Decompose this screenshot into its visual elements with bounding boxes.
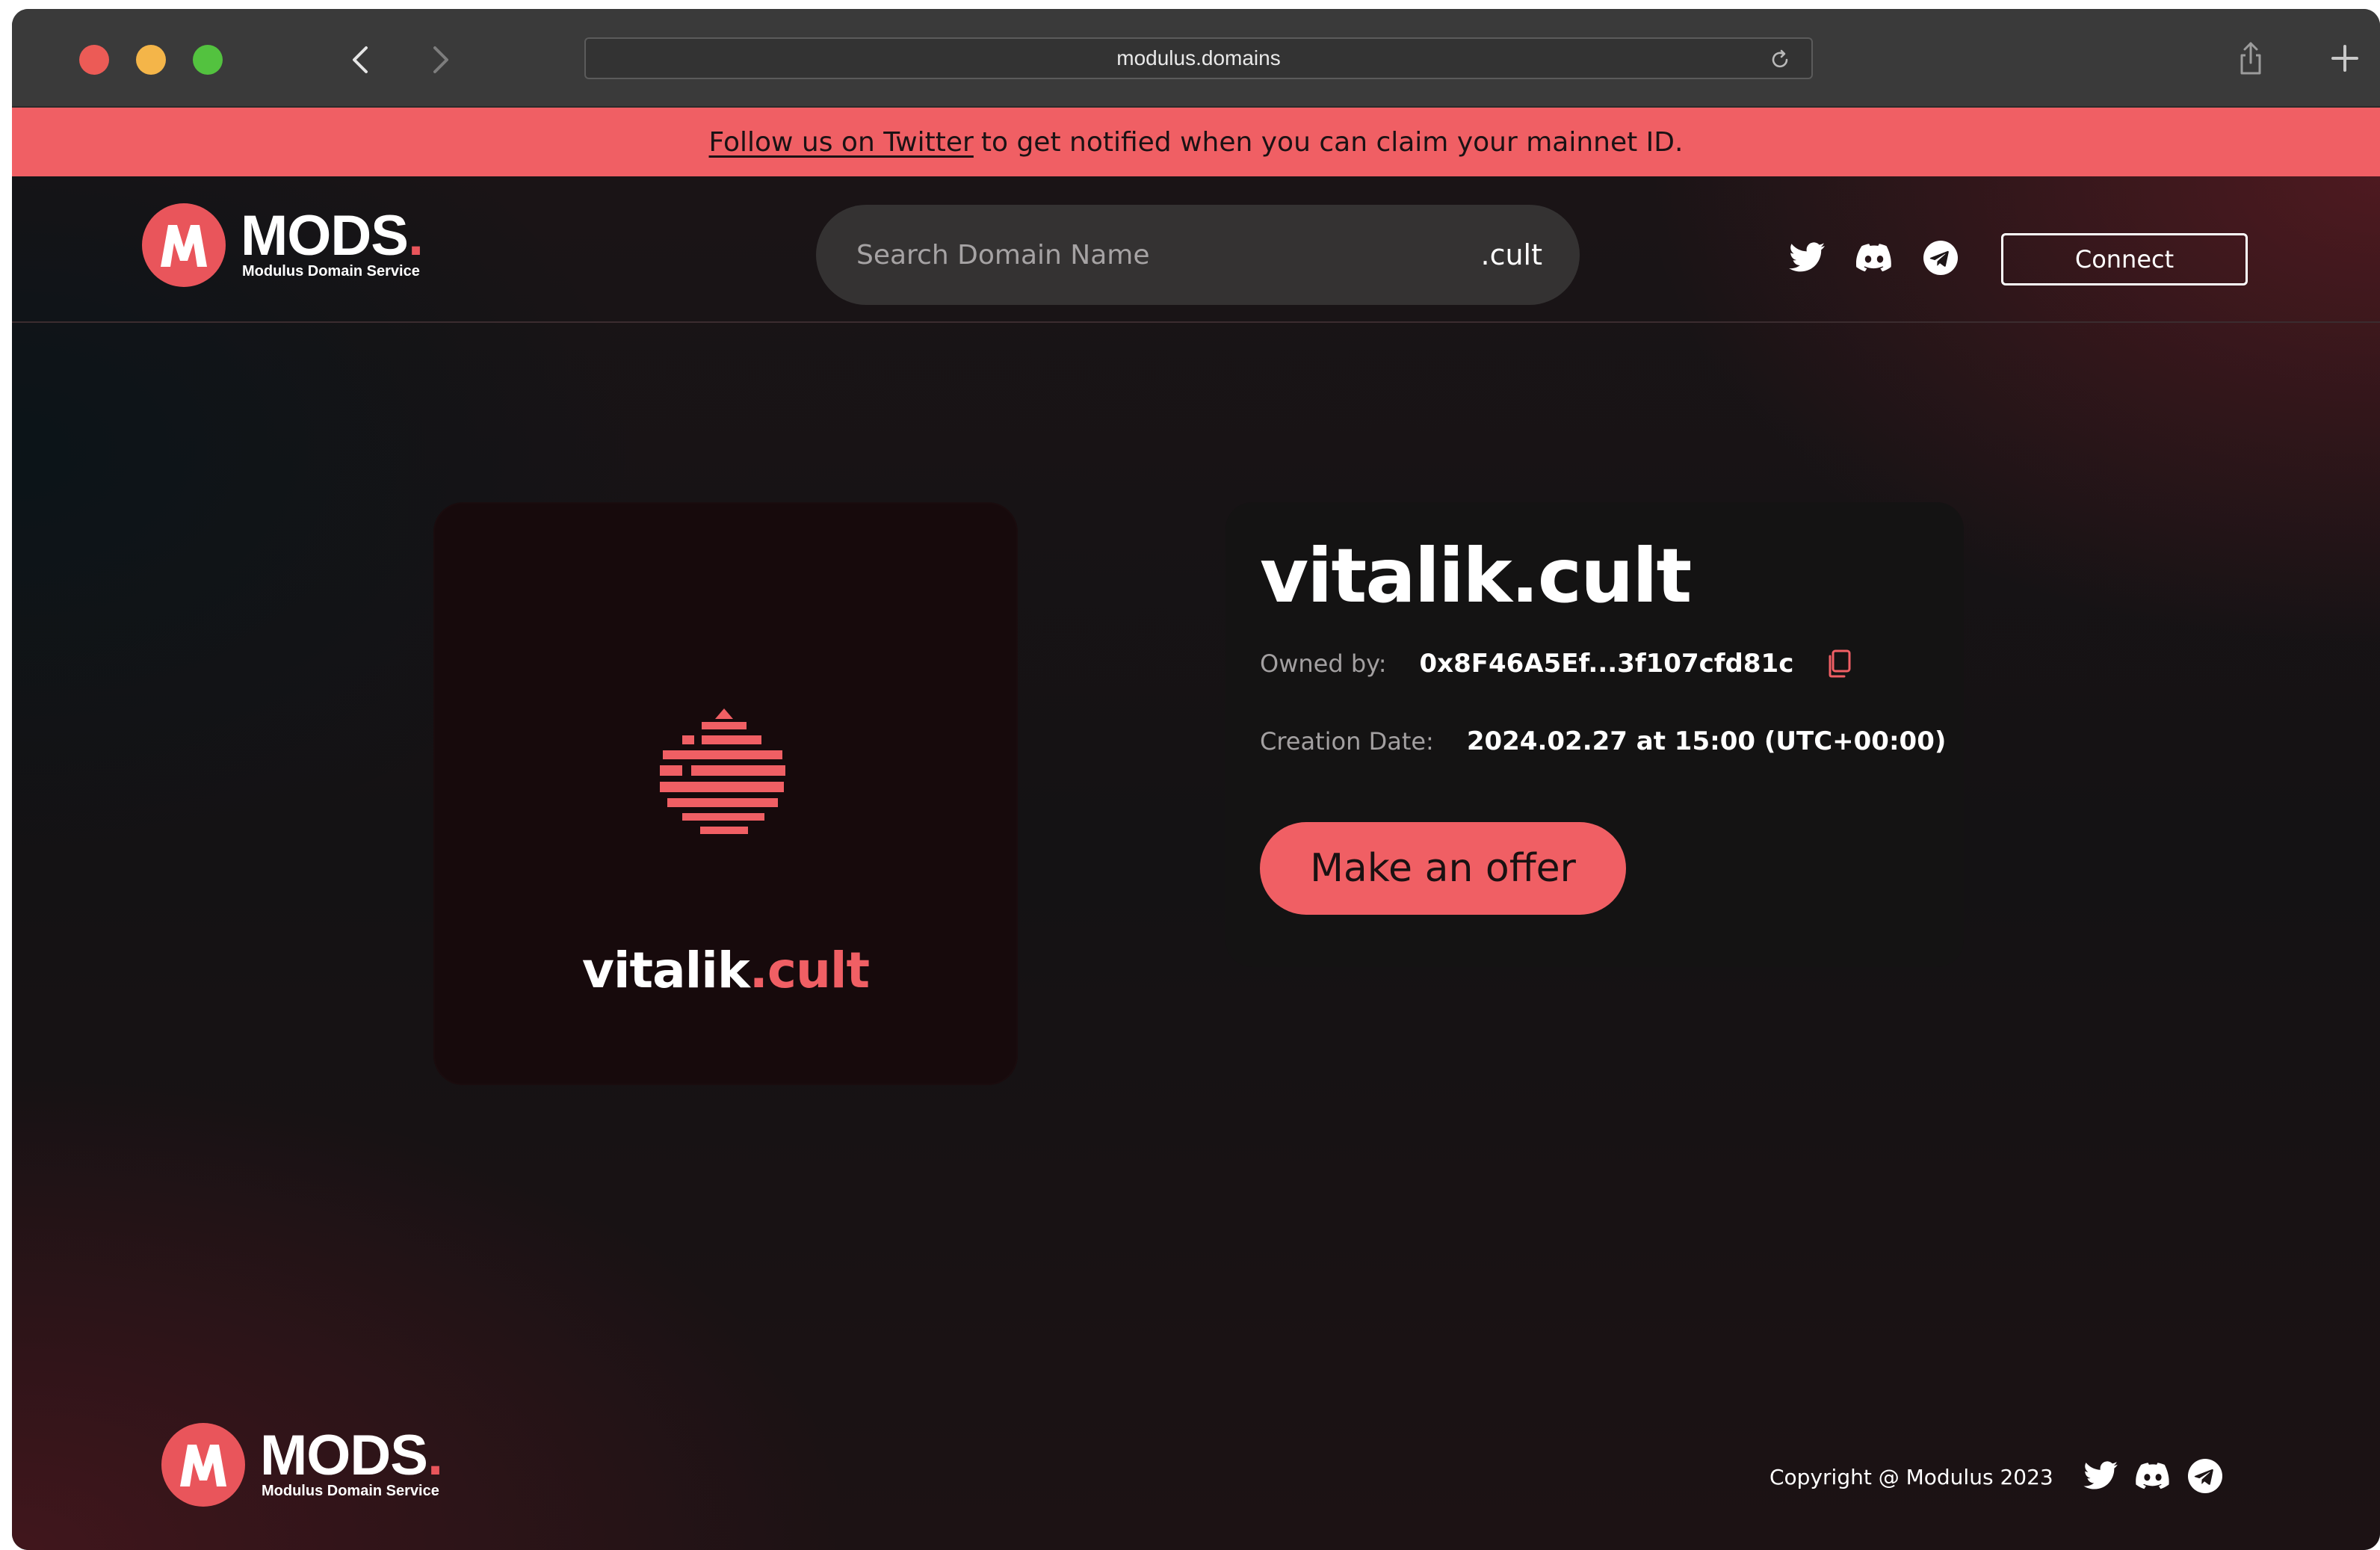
- make-offer-button[interactable]: Make an offer: [1260, 822, 1626, 915]
- chevron-right-icon[interactable]: [421, 42, 457, 78]
- search-tld-suffix: .cult: [1480, 238, 1542, 271]
- plus-icon[interactable]: [2328, 42, 2361, 75]
- domain-title: vitalik.cult: [1260, 532, 1692, 620]
- domain-nft-image: vitalik.cult: [433, 502, 1018, 1085]
- announcement-banner: Follow us on Twitter to get notified whe…: [12, 108, 2380, 176]
- minimize-window-button[interactable]: [136, 45, 166, 75]
- banner-message: to get notified when you can claim your …: [980, 126, 1684, 158]
- cult-logo-icon: [660, 708, 785, 834]
- domain-info-card: vitalik.cult Owned by: 0x8F46A5Ef...3f10…: [1225, 502, 1964, 967]
- domain-search[interactable]: .cult: [816, 205, 1580, 305]
- search-input[interactable]: [855, 205, 1438, 305]
- owner-row: Owned by: 0x8F46A5Ef...3f107cfd81c: [1260, 649, 1853, 679]
- copy-icon[interactable]: [1826, 649, 1853, 679]
- browser-toolbar: modulus.domains: [12, 9, 2380, 108]
- discord-icon[interactable]: [2136, 1463, 2170, 1489]
- twitter-icon[interactable]: [2083, 1461, 2118, 1491]
- footer-logo-subtitle: Modulus Domain Service: [262, 1482, 439, 1499]
- logo-wordmark: MODS.: [241, 203, 424, 268]
- discord-icon[interactable]: [1856, 244, 1892, 272]
- maximize-window-button[interactable]: [193, 45, 223, 75]
- owned-by-label: Owned by:: [1260, 649, 1387, 678]
- owner-address: 0x8F46A5Ef...3f107cfd81c: [1419, 649, 1794, 679]
- logo-subtitle: Modulus Domain Service: [242, 262, 420, 280]
- page-content: MODS. Modulus Domain Service .cult: [12, 176, 2380, 1550]
- mods-logo[interactable]: MODS. Modulus Domain Service: [142, 203, 424, 287]
- share-icon[interactable]: [2236, 40, 2266, 76]
- footer-mods-logo[interactable]: MODS. Modulus Domain Service: [161, 1423, 443, 1507]
- site-header: MODS. Modulus Domain Service .cult: [12, 176, 2380, 323]
- telegram-icon[interactable]: [2188, 1459, 2222, 1493]
- reload-icon[interactable]: [1768, 48, 1792, 72]
- telegram-icon[interactable]: [1923, 241, 1958, 275]
- footer-social-links: [2083, 1459, 2222, 1493]
- domain-image-label: vitalik.cult: [581, 942, 870, 999]
- chevron-left-icon[interactable]: [344, 42, 380, 78]
- footer-logo-m-icon: [161, 1423, 245, 1507]
- logo-m-icon: [142, 203, 226, 287]
- connect-wallet-button[interactable]: Connect: [2001, 233, 2248, 285]
- copyright-text: Copyright @ Modulus 2023: [1769, 1465, 2053, 1489]
- twitter-icon[interactable]: [1789, 242, 1825, 274]
- twitter-follow-link[interactable]: Follow us on Twitter: [709, 127, 974, 158]
- creation-date-row: Creation Date: 2024.02.27 at 15:00 (UTC+…: [1260, 726, 1946, 756]
- creation-date-label: Creation Date:: [1260, 727, 1434, 756]
- browser-window: modulus.domains Follow us on Twitter to …: [12, 9, 2380, 1550]
- header-social-links: [1789, 241, 1958, 275]
- creation-date-value: 2024.02.27 at 15:00 (UTC+00:00): [1466, 726, 1947, 756]
- close-window-button[interactable]: [79, 45, 109, 75]
- url-text: modulus.domains: [1116, 46, 1281, 70]
- address-bar[interactable]: modulus.domains: [584, 37, 1813, 79]
- footer-logo-wordmark: MODS.: [260, 1423, 443, 1487]
